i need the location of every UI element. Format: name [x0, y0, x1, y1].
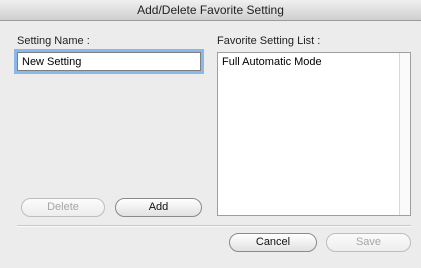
- favorite-list-label: Favorite Setting List :: [217, 35, 321, 47]
- delete-button[interactable]: Delete: [21, 198, 105, 217]
- favorite-setting-list[interactable]: Full Automatic Mode: [217, 52, 411, 216]
- setting-name-label: Setting Name :: [17, 35, 90, 47]
- window-title-bar: Add/Delete Favorite Setting: [0, 0, 421, 21]
- list-scrollbar[interactable]: [399, 53, 410, 215]
- window-title: Add/Delete Favorite Setting: [137, 3, 284, 17]
- setting-name-input[interactable]: [14, 49, 204, 74]
- list-item[interactable]: Full Automatic Mode: [218, 53, 410, 71]
- add-button[interactable]: Add: [115, 198, 202, 217]
- cancel-button[interactable]: Cancel: [229, 233, 317, 252]
- save-button[interactable]: Save: [326, 233, 411, 252]
- separator: [17, 225, 411, 227]
